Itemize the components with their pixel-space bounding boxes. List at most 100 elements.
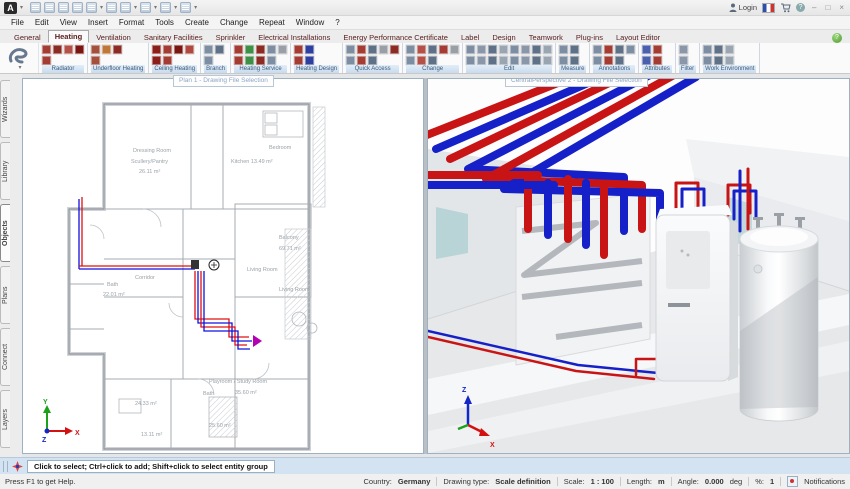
compass-icon[interactable] xyxy=(12,461,23,472)
ribbon-tab-label[interactable]: Label xyxy=(455,32,485,43)
ribbon-icon[interactable] xyxy=(615,45,624,54)
ribbon-tab-sanitary-facilities[interactable]: Sanitary Facilities xyxy=(138,32,209,43)
ribbon-icon[interactable] xyxy=(234,45,243,54)
undo-caret-icon[interactable]: ▾ xyxy=(100,4,103,11)
ribbon-tab-electrical-installations[interactable]: Electrical Installations xyxy=(252,32,336,43)
ribbon-icon[interactable] xyxy=(703,45,712,54)
close-button[interactable]: × xyxy=(837,3,846,12)
menu-insert[interactable]: Insert xyxy=(83,18,113,27)
ribbon-icon[interactable] xyxy=(234,56,243,65)
menu-help[interactable]: ? xyxy=(330,18,344,27)
ribbon-icon[interactable] xyxy=(679,45,688,54)
ribbon-icon[interactable] xyxy=(466,45,475,54)
viewport-3d-perspective[interactable]: Z X CentralPerspective 2 - Drawing File … xyxy=(427,78,850,454)
sidebar-tab-connect[interactable]: Connect xyxy=(0,328,10,386)
sidebar-tab-plans[interactable]: Plans xyxy=(0,266,10,324)
ribbon-icon[interactable] xyxy=(450,45,459,54)
sidebar-tab-layers[interactable]: Layers xyxy=(0,390,10,448)
ribbon-tab-layout-editor[interactable]: Layout Editor xyxy=(610,32,666,43)
redo-icon[interactable] xyxy=(120,2,131,13)
ribbon-tab-general[interactable]: General xyxy=(8,32,47,43)
ribbon-icon[interactable] xyxy=(245,56,254,65)
ribbon-icon[interactable] xyxy=(417,56,426,65)
menu-format[interactable]: Format xyxy=(114,18,149,27)
ribbon-icon[interactable] xyxy=(346,56,355,65)
ribbon-icon[interactable] xyxy=(543,56,552,65)
sync-caret-icon[interactable]: ▾ xyxy=(154,4,157,11)
ribbon-icon[interactable] xyxy=(64,45,73,54)
sidebar-tab-objects[interactable]: Objects xyxy=(0,204,10,262)
ribbon-icon[interactable] xyxy=(267,56,276,65)
menu-window[interactable]: Window xyxy=(291,18,329,27)
ribbon-icon[interactable] xyxy=(185,45,194,54)
ribbon-icon[interactable] xyxy=(521,56,530,65)
ribbon-icon[interactable] xyxy=(278,45,287,54)
ribbon-icon[interactable] xyxy=(626,45,635,54)
ribbon-icon[interactable] xyxy=(294,45,303,54)
perspective-canvas[interactable]: Z X xyxy=(428,79,849,453)
ribbon-icon[interactable] xyxy=(532,45,541,54)
snapshot-caret-icon[interactable]: ▾ xyxy=(174,4,177,11)
ribbon-icon[interactable] xyxy=(653,56,662,65)
angle-unit[interactable]: deg xyxy=(730,477,743,486)
tools-caret-icon[interactable]: ▾ xyxy=(194,4,197,11)
ribbon-icon[interactable] xyxy=(379,45,388,54)
ribbon-tab-ventilation[interactable]: Ventilation xyxy=(90,32,137,43)
ribbon-icon[interactable] xyxy=(725,45,734,54)
ribbon-icon[interactable] xyxy=(346,45,355,54)
ribbon-tab-teamwork[interactable]: Teamwork xyxy=(523,32,569,43)
pipe-tool-caret-icon[interactable]: ▾ xyxy=(18,64,21,71)
floor-plan-canvas[interactable]: Dressing Room Scullery/Pantry 26.11 m² B… xyxy=(23,79,423,453)
ribbon-icon[interactable] xyxy=(521,45,530,54)
notifications-label[interactable]: Notifications xyxy=(804,477,845,486)
ribbon-icon[interactable] xyxy=(245,45,254,54)
ribbon-icon[interactable] xyxy=(466,56,475,65)
maximize-button[interactable]: □ xyxy=(823,3,832,12)
ribbon-icon[interactable] xyxy=(642,56,651,65)
plot-icon[interactable] xyxy=(72,2,83,13)
open-icon[interactable] xyxy=(30,2,41,13)
cart-icon[interactable] xyxy=(780,3,791,13)
ribbon-icon[interactable] xyxy=(256,56,265,65)
ribbon-icon[interactable] xyxy=(204,56,213,65)
menu-repeat[interactable]: Repeat xyxy=(254,18,290,27)
command-prompt[interactable]: Click to select; Ctrl+click to add; Shif… xyxy=(27,460,275,473)
ribbon-icon[interactable] xyxy=(152,45,161,54)
ribbon-icon[interactable] xyxy=(75,45,84,54)
ribbon-icon[interactable] xyxy=(510,56,519,65)
ribbon-icon[interactable] xyxy=(428,45,437,54)
menu-view[interactable]: View xyxy=(55,18,82,27)
country-value[interactable]: Germany xyxy=(398,477,431,486)
snapshot-icon[interactable] xyxy=(160,2,171,13)
ribbon-icon[interactable] xyxy=(305,56,314,65)
ribbon-icon[interactable] xyxy=(204,45,213,54)
ribbon-icon[interactable] xyxy=(604,45,613,54)
ribbon-icon[interactable] xyxy=(604,56,613,65)
menu-tools[interactable]: Tools xyxy=(150,18,179,27)
save-icon[interactable] xyxy=(44,2,55,13)
ribbon-icon[interactable] xyxy=(368,56,377,65)
pipe-tool-button[interactable]: ▾ xyxy=(2,43,39,73)
save-as-icon[interactable] xyxy=(58,2,69,13)
app-menu-caret-icon[interactable]: ▾ xyxy=(20,4,23,11)
ribbon-icon[interactable] xyxy=(499,45,508,54)
ribbon-icon[interactable] xyxy=(163,56,172,65)
ribbon-icon[interactable] xyxy=(510,45,519,54)
ribbon-icon[interactable] xyxy=(488,56,497,65)
ribbon-icon[interactable] xyxy=(532,56,541,65)
ribbon-icon[interactable] xyxy=(417,45,426,54)
menu-file[interactable]: File xyxy=(6,18,29,27)
ribbon-icon[interactable] xyxy=(113,45,122,54)
ribbon-icon[interactable] xyxy=(642,45,651,54)
ribbon-icon[interactable] xyxy=(305,45,314,54)
ribbon-tab-sprinkler[interactable]: Sprinkler xyxy=(210,32,252,43)
ribbon-icon[interactable] xyxy=(267,45,276,54)
ribbon-icon[interactable] xyxy=(615,56,624,65)
sidebar-tab-wizards[interactable]: Wizards xyxy=(0,80,10,138)
ribbon-icon[interactable] xyxy=(679,56,688,65)
ribbon-icon[interactable] xyxy=(406,56,415,65)
ribbon-icon[interactable] xyxy=(406,45,415,54)
ribbon-icon[interactable] xyxy=(653,45,662,54)
ribbon-tab-heating[interactable]: Heating xyxy=(48,30,90,43)
ribbon-icon[interactable] xyxy=(428,56,437,65)
